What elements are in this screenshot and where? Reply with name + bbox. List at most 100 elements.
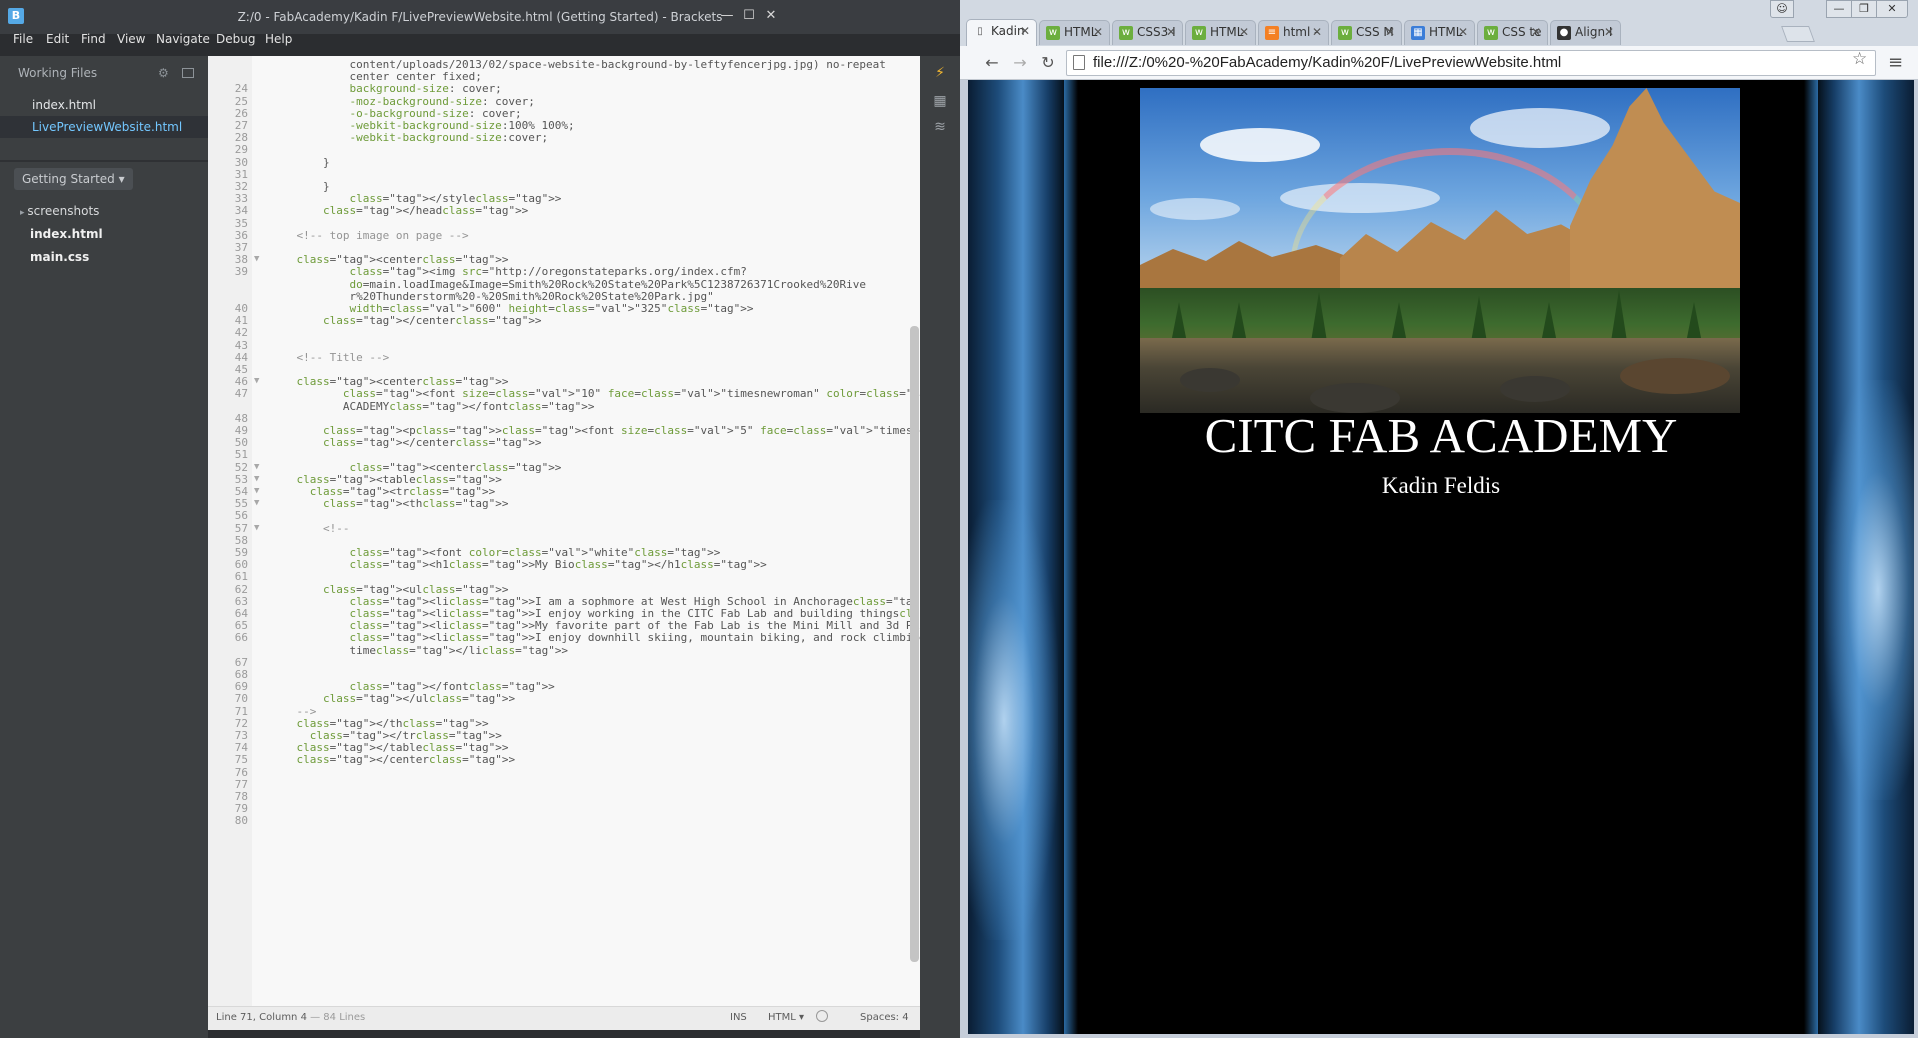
code-line[interactable]: class="tag"><liclass="tag">>I am a sophm…: [270, 595, 920, 608]
back-icon[interactable]: ←: [982, 53, 1002, 73]
code-line[interactable]: class="tag"><centerclass="tag">>: [270, 253, 509, 266]
code-line[interactable]: <!-- top image on page -->: [270, 229, 468, 242]
fold-arrow-icon[interactable]: ▼: [254, 498, 264, 508]
live-preview-icon[interactable]: ⚡: [931, 64, 949, 82]
fold-arrow-icon[interactable]: ▼: [254, 254, 264, 264]
tree-folder-screenshots[interactable]: ▸ screenshots: [0, 200, 208, 222]
browser-tab[interactable]: w CSS M ✕: [1331, 20, 1402, 45]
close-icon[interactable]: ✕: [1876, 0, 1908, 18]
code-line[interactable]: class="tag"><ulclass="tag">>: [270, 583, 508, 596]
fold-arrow-icon[interactable]: ▼: [254, 462, 264, 472]
new-tab-button[interactable]: [1781, 26, 1815, 42]
code-line[interactable]: -webkit-background-size:100% 100%;: [270, 119, 574, 132]
fold-arrow-icon[interactable]: ▼: [254, 474, 264, 484]
code-line[interactable]: class="tag"></centerclass="tag">>: [270, 314, 542, 327]
close-icon[interactable]: ✕: [1093, 21, 1103, 44]
fold-arrow-icon[interactable]: ▼: [254, 486, 264, 496]
reload-icon[interactable]: ↻: [1038, 53, 1058, 73]
code-line[interactable]: class="tag"><trclass="tag">>: [270, 485, 495, 498]
close-icon[interactable]: ✕: [1312, 21, 1322, 44]
layers-icon[interactable]: ≋: [931, 118, 949, 136]
browser-tab[interactable]: w HTML ✕: [1039, 20, 1110, 45]
split-view-icon[interactable]: [182, 68, 194, 78]
code-line[interactable]: background-size: cover;: [270, 82, 501, 95]
close-icon[interactable]: ✕: [1604, 21, 1614, 44]
code-line[interactable]: class="tag"><font color=class="val">"whi…: [270, 546, 720, 559]
code-line[interactable]: -o-background-size: cover;: [270, 107, 521, 120]
code-line[interactable]: width=class="val">"600" height=class="va…: [270, 302, 753, 315]
code-line[interactable]: }: [270, 156, 330, 169]
close-icon[interactable]: ✕: [760, 6, 782, 26]
menu-file[interactable]: File: [13, 28, 33, 50]
linter-status-icon[interactable]: [816, 1010, 828, 1022]
menu-edit[interactable]: Edit: [46, 28, 69, 50]
code-line[interactable]: <!-- Title -->: [270, 351, 389, 364]
code-line[interactable]: class="tag"></fontclass="tag">>: [270, 680, 554, 693]
code-line[interactable]: do=main.loadImage&Image=Smith%20Rock%20S…: [270, 278, 866, 291]
menu-view[interactable]: View: [117, 28, 145, 50]
code-line[interactable]: class="tag"></centerclass="tag">>: [270, 753, 516, 766]
editor-scrollbar[interactable]: [910, 326, 919, 962]
minimize-icon[interactable]: —: [716, 6, 738, 26]
close-icon[interactable]: ✕: [1385, 21, 1395, 44]
project-dropdown[interactable]: Getting Started ▾: [14, 168, 133, 190]
code-line[interactable]: ACADEMYclass="tag"></fontclass="tag">>: [270, 400, 595, 413]
code-line[interactable]: class="tag"><tableclass="tag">>: [270, 473, 502, 486]
fold-arrow-icon[interactable]: ▼: [254, 376, 264, 386]
menu-debug[interactable]: Debug: [216, 28, 255, 50]
extension-manager-icon[interactable]: ▦: [931, 92, 949, 110]
browser-tab[interactable]: ≡ html - ✕: [1258, 20, 1329, 45]
code-line[interactable]: class="tag"></trclass="tag">>: [270, 729, 502, 742]
code-line[interactable]: class="tag"></styleclass="tag">>: [270, 192, 561, 205]
code-line[interactable]: class="tag"><centerclass="tag">>: [270, 461, 561, 474]
browser-tab[interactable]: w CSS3 I ✕: [1112, 20, 1183, 45]
code-line[interactable]: class="tag"></centerclass="tag">>: [270, 436, 542, 449]
gear-icon[interactable]: ⚙: [158, 66, 169, 80]
code-line[interactable]: content/uploads/2013/02/space-website-ba…: [270, 58, 885, 71]
minimize-icon[interactable]: —: [1826, 0, 1852, 18]
browser-tab[interactable]: ▯ Kadin ✕: [966, 19, 1037, 46]
close-icon[interactable]: ✕: [1020, 20, 1030, 43]
code-line[interactable]: class="tag"><font size=class="val">"10" …: [270, 387, 920, 400]
code-line[interactable]: class="tag"><pclass="tag">>class="tag"><…: [270, 424, 920, 437]
code-line[interactable]: class="tag"><thclass="tag">>: [270, 497, 508, 510]
close-icon[interactable]: ✕: [1166, 21, 1176, 44]
code-line[interactable]: class="tag"></headclass="tag">>: [270, 204, 528, 217]
close-icon[interactable]: ✕: [1531, 21, 1541, 44]
code-line[interactable]: class="tag"></thclass="tag">>: [270, 717, 489, 730]
code-line[interactable]: class="tag"><liclass="tag">>I enjoy down…: [270, 631, 920, 644]
tree-file-main-css[interactable]: main.css: [0, 246, 208, 268]
maximize-icon[interactable]: ☐: [738, 6, 760, 26]
code-line[interactable]: class="tag"></tableclass="tag">>: [270, 741, 509, 754]
browser-tab[interactable]: w HTML ✕: [1185, 20, 1256, 45]
code-line[interactable]: timeclass="tag"></liclass="tag">>: [270, 644, 568, 657]
code-line[interactable]: <!--: [270, 522, 350, 535]
code-line[interactable]: class="tag"><centerclass="tag">>: [270, 375, 509, 388]
fold-arrow-icon[interactable]: ▼: [254, 523, 264, 533]
browser-tab[interactable]: ▦ HTML ✕: [1404, 20, 1475, 45]
code-line[interactable]: class="tag"><h1class="tag">>My Bioclass=…: [270, 558, 766, 571]
code-line[interactable]: class="tag"></ulclass="tag">>: [270, 692, 515, 705]
browser-tab[interactable]: ● Align I ✕: [1550, 20, 1621, 45]
insert-mode-toggle[interactable]: INS: [730, 1012, 747, 1023]
code-line[interactable]: class="tag"><liclass="tag">>I enjoy work…: [270, 607, 920, 620]
code-line[interactable]: -webkit-background-size:cover;: [270, 131, 548, 144]
indent-spaces-setting[interactable]: Spaces: 4: [860, 1012, 909, 1023]
menu-help[interactable]: Help: [265, 28, 292, 50]
code-line[interactable]: center center fixed;: [270, 70, 481, 83]
code-line[interactable]: class="tag"><img src="http://oregonstate…: [270, 265, 746, 278]
hamburger-menu-icon[interactable]: ≡: [1888, 52, 1903, 73]
address-bar[interactable]: file:///Z:/0%20-%20FabAcademy/Kadin%20F/…: [1066, 50, 1876, 76]
menu-navigate[interactable]: Navigate: [156, 28, 210, 50]
menu-find[interactable]: Find: [81, 28, 106, 50]
browser-tab[interactable]: w CSS te ✕: [1477, 20, 1548, 45]
close-icon[interactable]: ✕: [1239, 21, 1249, 44]
working-file-livepreview[interactable]: LivePreviewWebsite.html: [0, 116, 208, 138]
code-line[interactable]: r%20Thunderstorm%20-%20Smith%20Rock%20St…: [270, 290, 713, 303]
code-line[interactable]: }: [270, 180, 330, 193]
profile-icon[interactable]: ☺: [1770, 0, 1794, 18]
code-line[interactable]: -->: [270, 705, 316, 718]
restore-icon[interactable]: ❐: [1851, 0, 1877, 18]
tree-file-index[interactable]: index.html: [0, 223, 208, 245]
working-file-index[interactable]: index.html: [0, 94, 208, 116]
